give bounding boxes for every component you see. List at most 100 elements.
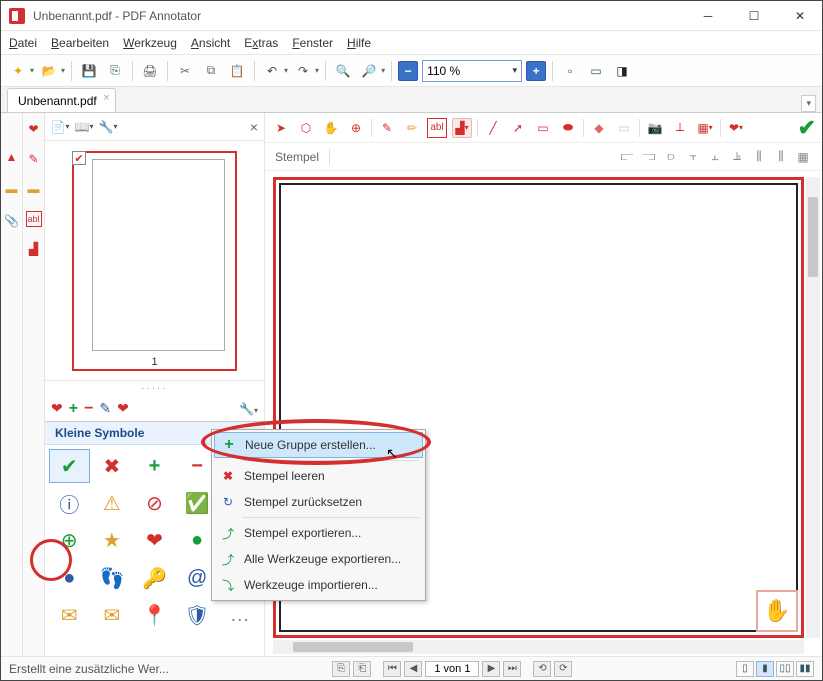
stamp-more[interactable]: … xyxy=(219,599,260,633)
document-tab[interactable]: Unbenannt.pdf xyxy=(7,88,116,112)
page-thumbnail[interactable]: ✔ 1 xyxy=(72,151,237,371)
stamp-plus-green[interactable]: + xyxy=(134,449,175,483)
menu-new-group[interactable]: + Neue Gruppe erstellen... xyxy=(214,432,423,458)
stamps-settings-button[interactable]: 🔧▾ xyxy=(239,402,258,416)
nav-back-button[interactable]: ⟲ xyxy=(533,661,551,677)
stamp-pin[interactable]: 📍 xyxy=(134,599,175,633)
pen-tool[interactable]: ✎ xyxy=(377,118,397,138)
align-top[interactable]: ⫟ xyxy=(684,148,702,166)
page-extract-sb[interactable]: ⎗ xyxy=(353,661,371,677)
ellipse-tool[interactable]: ⬬ xyxy=(558,118,578,138)
align-center-h[interactable]: ⫎ xyxy=(640,148,658,166)
arrow-tool[interactable]: ➚ xyxy=(508,118,528,138)
resize-grip[interactable]: ····· xyxy=(45,381,264,396)
group-btn[interactable]: ▦ xyxy=(794,148,812,166)
bookmark-button[interactable]: 📖▾ xyxy=(75,118,93,136)
nav-forward-button[interactable]: ⟳ xyxy=(554,661,572,677)
zoom-combo[interactable]: ▾ xyxy=(422,60,522,82)
menu-clear-stamps[interactable]: ✖ Stempel leeren xyxy=(214,463,423,489)
folder-icon[interactable]: ▬ xyxy=(4,181,20,197)
menu-hilfe[interactable]: Hilfe xyxy=(347,36,371,50)
view-two-continuous[interactable]: ▮▮ xyxy=(796,661,814,677)
whiteout-tool[interactable]: ▭ xyxy=(614,118,634,138)
distribute-h[interactable]: ⫼ xyxy=(750,148,768,166)
first-page-button[interactable]: ⏮ xyxy=(383,661,401,677)
stamp-x-red[interactable]: ✖ xyxy=(92,449,133,483)
stamp-star-yellow[interactable]: ★ xyxy=(92,524,133,558)
text-box-icon[interactable]: abl xyxy=(26,211,42,227)
menu-datei[interactable]: Datei xyxy=(9,36,37,50)
save-as-button[interactable]: ⎘ xyxy=(104,60,126,82)
stamp-key-yellow[interactable]: 🔑 xyxy=(134,561,175,595)
minimize-button[interactable]: ─ xyxy=(694,2,722,30)
zoom-input[interactable] xyxy=(427,64,497,78)
stamp-tool-icon[interactable]: ▟ xyxy=(26,241,42,257)
zoom-out-button[interactable]: − xyxy=(398,61,418,81)
align-middle-v[interactable]: ⫠ xyxy=(706,148,724,166)
stamp-heart-red[interactable]: ❤ xyxy=(134,524,175,558)
align-bottom[interactable]: ⫡ xyxy=(728,148,746,166)
stamp-tool[interactable]: ▟▾ xyxy=(452,118,472,138)
open-button[interactable] xyxy=(38,60,60,82)
eraser-tool[interactable]: ◆ xyxy=(589,118,609,138)
stamp-prohibited-red[interactable]: ⊘ xyxy=(134,486,175,520)
page-number-input[interactable] xyxy=(425,661,479,677)
print-button[interactable] xyxy=(139,60,161,82)
sidepanel-close-button[interactable]: × xyxy=(250,119,258,135)
menu-export-stamps[interactable]: ⤴ Stempel exportieren... xyxy=(214,520,423,546)
highlighter-icon[interactable]: ▬ xyxy=(26,181,42,197)
menu-extras[interactable]: Extras xyxy=(244,36,278,50)
rect-tool[interactable]: ▭ xyxy=(533,118,553,138)
crop-tool[interactable]: ⟂ xyxy=(670,118,690,138)
fullscreen-button[interactable]: ◨ xyxy=(611,60,633,82)
heart-icon[interactable]: ❤ xyxy=(51,400,63,417)
redo-button[interactable] xyxy=(292,60,314,82)
search-dropdown[interactable]: 🔎 xyxy=(358,60,380,82)
page-insert-button[interactable]: 📄▾ xyxy=(51,118,69,136)
zoom-dropdown-icon[interactable]: ▾ xyxy=(513,65,518,76)
add-icon[interactable]: + xyxy=(69,400,78,418)
close-button[interactable]: ✕ xyxy=(786,2,814,30)
stamp-info-blue[interactable]: ⓘ xyxy=(49,486,90,520)
thumb-checkbox[interactable]: ✔ xyxy=(72,151,86,165)
cut-button[interactable] xyxy=(174,60,196,82)
text-tool[interactable]: abl xyxy=(427,118,447,138)
view-single[interactable]: ▯ xyxy=(736,661,754,677)
pencil-icon[interactable]: ✎ xyxy=(99,400,111,417)
menu-export-all-tools[interactable]: ⤴ Alle Werkzeuge exportieren... xyxy=(214,546,423,572)
pan-mode-button[interactable]: ✋ xyxy=(756,590,798,632)
favorites-icon[interactable]: ❤ xyxy=(26,121,42,137)
stamp-envelope2[interactable]: ✉ xyxy=(92,599,133,633)
stamp-envelope[interactable]: ✉ xyxy=(49,599,90,633)
camera-tool[interactable]: 📷 xyxy=(645,118,665,138)
pointer-tool[interactable]: ➤ xyxy=(271,118,291,138)
stamp-feet-blue[interactable]: 👣 xyxy=(92,561,133,595)
undo-button[interactable] xyxy=(261,60,283,82)
view-continuous[interactable]: ▮ xyxy=(756,661,774,677)
view-two-page[interactable]: ▯▯ xyxy=(776,661,794,677)
align-right[interactable]: ⫐ xyxy=(662,148,680,166)
menu-ansicht[interactable]: Ansicht xyxy=(191,36,230,50)
marker-tool[interactable]: ✏ xyxy=(402,118,422,138)
distribute-v[interactable]: ⫼ xyxy=(772,148,790,166)
horizontal-scrollbar[interactable] xyxy=(273,640,804,654)
new-document-button[interactable] xyxy=(7,60,29,82)
tab-menu-button[interactable]: ▾ xyxy=(801,95,816,112)
menu-fenster[interactable]: Fenster xyxy=(292,36,333,50)
favorite-tool[interactable]: ❤▾ xyxy=(726,118,746,138)
stamp-shield[interactable]: 🛡 xyxy=(177,599,218,633)
wrench-button[interactable]: 🔧▾ xyxy=(99,118,117,136)
prev-page-button[interactable]: ◀ xyxy=(404,661,422,677)
fit-page-button[interactable]: ▫ xyxy=(559,60,581,82)
page-insert-sb[interactable]: ⎘ xyxy=(332,661,350,677)
menu-import-tools[interactable]: ⤵ Werkzeuge importieren... xyxy=(214,572,423,598)
remove-icon[interactable]: − xyxy=(84,400,93,418)
hand-tool[interactable]: ✋ xyxy=(321,118,341,138)
copy-button[interactable] xyxy=(200,60,222,82)
zoom-tool[interactable]: ⊕ xyxy=(346,118,366,138)
heart-add-icon[interactable]: ❤ xyxy=(117,400,129,417)
align-left[interactable]: ⫍ xyxy=(618,148,636,166)
next-page-button[interactable]: ▶ xyxy=(482,661,500,677)
fit-width-button[interactable]: ▭ xyxy=(585,60,607,82)
stamp-check-green[interactable]: ✔ xyxy=(49,449,90,483)
